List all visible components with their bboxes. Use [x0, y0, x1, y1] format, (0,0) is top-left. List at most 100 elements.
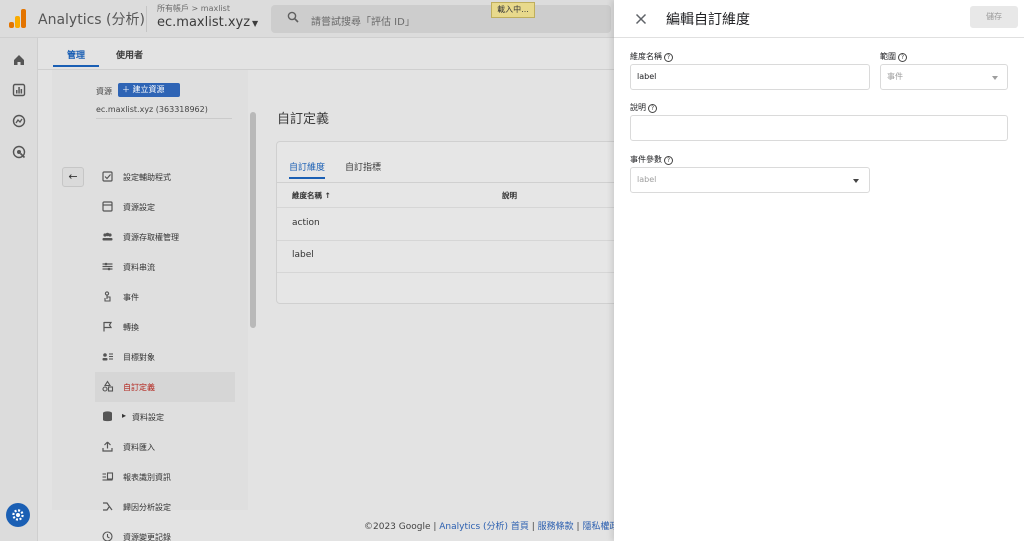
footer-terms-link[interactable]: 服務條款 [538, 522, 574, 532]
save-button[interactable]: 儲存 [970, 6, 1018, 28]
attribution-icon [103, 502, 113, 511]
sidebar-item-label: 資源存取權管理 [123, 233, 179, 242]
create-resource-label: 建立資源 [132, 85, 165, 94]
sidebar-item[interactable]: 自訂定義 [95, 372, 235, 402]
footer-home-link[interactable]: Analytics (分析) 首頁 [439, 522, 529, 532]
arrow-left-icon: ← [68, 170, 78, 183]
header-divider [146, 6, 147, 32]
footer-separator: | [528, 522, 538, 532]
create-resource-button[interactable]: ＋ 建立資源 [118, 83, 180, 97]
column-header-label: 維度名稱 [292, 191, 322, 200]
breadcrumb[interactable]: 所有帳戶 > maxlist [157, 3, 230, 14]
search-placeholder: 請嘗試搜尋「評估 ID」 [311, 17, 415, 28]
checklist-icon [102, 171, 113, 182]
help-icon[interactable]: ? [648, 104, 657, 113]
property-switcher[interactable]: ec.maxlist.xyz ▼ [157, 15, 258, 30]
dimension-name-label: 維度名稱? [630, 51, 673, 62]
event-parameter-label: 事件參數? [630, 154, 673, 165]
tab-user[interactable]: 使用者 [116, 48, 143, 61]
property-name: ec.maxlist.xyz [157, 15, 251, 30]
scope-label-text: 範圍 [880, 52, 896, 61]
edit-custom-dimension-panel: 編輯自訂維度 儲存 維度名稱? label 範圍? 事件 說明? 事件參數? l… [614, 0, 1024, 541]
sidebar-item-label: 資料匯入 [123, 443, 155, 452]
panel-title: 編輯自訂維度 [666, 12, 750, 28]
upload-icon [102, 441, 113, 452]
panel-header: 編輯自訂維度 儲存 [614, 0, 1024, 38]
divider [96, 118, 232, 119]
search-bar[interactable]: 請嘗試搜尋「評估 ID」 [271, 5, 611, 33]
scrollbar-thumb[interactable] [250, 112, 256, 328]
column-header-dimension-name[interactable]: 維度名稱 ↑ [292, 190, 331, 201]
footer-copyright: ©2023 Google | [364, 522, 440, 532]
audience-icon [102, 353, 113, 361]
sidebar-item[interactable]: 轉換 [95, 312, 235, 342]
sidebar-item-label: 轉換 [123, 323, 139, 332]
touch-icon [104, 291, 111, 302]
plus-icon: ＋ [122, 85, 133, 94]
search-icon [287, 11, 299, 23]
tab-custom-dimensions[interactable]: 自訂維度 [289, 160, 326, 179]
admin-panel: 資源 ＋ 建立資源 ec.maxlist.xyz (363318962) ← 設… [52, 70, 256, 541]
sidebar-item-label: 設定輔助程式 [123, 173, 171, 182]
sidebar-item-label: 資源變更記錄 [123, 533, 171, 541]
property-settings-icon [102, 201, 113, 212]
table-row[interactable]: action [292, 218, 320, 228]
data-stream-icon [102, 262, 113, 271]
description-label-text: 說明 [630, 103, 646, 112]
chevron-down-icon [992, 76, 998, 80]
admin-gear-button[interactable] [6, 503, 30, 527]
scope-select: 事件 [880, 64, 1008, 90]
help-icon[interactable]: ? [898, 53, 907, 62]
table-row[interactable]: label [292, 250, 314, 260]
sidebar-item[interactable]: 事件 [95, 282, 235, 312]
sidebar-item-label: 自訂定義 [123, 383, 155, 392]
sidebar-item[interactable]: ▸ 資料設定 [95, 402, 235, 432]
sidebar-item[interactable]: 設定輔助程式 [95, 162, 235, 192]
shapes-icon [102, 380, 114, 392]
home-icon[interactable] [11, 52, 27, 68]
close-icon[interactable] [633, 11, 649, 27]
sidebar-item[interactable]: 資源變更記錄 [95, 522, 235, 541]
sidebar-item[interactable]: 資料匯入 [95, 432, 235, 462]
identity-icon [102, 472, 114, 481]
sidebar-item[interactable]: 歸因分析設定 [95, 492, 235, 522]
back-arrow-button[interactable]: ← [62, 167, 84, 187]
dimension-name-label-text: 維度名稱 [630, 52, 662, 61]
database-icon [103, 411, 112, 422]
description-field[interactable] [630, 115, 1008, 141]
history-icon [102, 531, 113, 541]
tab-custom-metrics[interactable]: 自訂指標 [345, 160, 381, 173]
loading-badge: 載入中... [491, 2, 535, 18]
sidebar-item-label: 報表識別資訊 [123, 473, 171, 482]
sidebar-item[interactable]: 資源設定 [95, 192, 235, 222]
reports-icon[interactable] [11, 82, 27, 98]
help-icon[interactable]: ? [664, 53, 673, 62]
footer: ©2023 Google | Analytics (分析) 首頁 | 服務條款 … [364, 519, 627, 532]
help-icon[interactable]: ? [664, 156, 673, 165]
analytics-logo [8, 8, 28, 28]
event-parameter-value: label [637, 175, 657, 184]
dimension-name-field[interactable]: label [630, 64, 870, 90]
scope-value: 事件 [887, 72, 903, 81]
sidebar-item[interactable]: 目標對象 [95, 342, 235, 372]
event-parameter-select: label [630, 167, 870, 193]
column-header-description: 說明 [502, 191, 517, 200]
explore-icon[interactable] [11, 113, 27, 129]
sidebar-item[interactable]: 資源存取權管理 [95, 222, 235, 252]
sidebar-item-label: 歸因分析設定 [123, 503, 171, 512]
sidebar-item-label: 事件 [123, 293, 139, 302]
sidebar-item[interactable]: 報表識別資訊 [95, 462, 235, 492]
expand-arrow-icon[interactable]: ▸ [122, 411, 126, 420]
sidebar-item-label: 資料設定 [132, 413, 164, 422]
page-title: 自訂定義 [277, 112, 330, 127]
scope-label: 範圍? [880, 51, 907, 62]
arrow-up-icon: ↑ [324, 191, 331, 200]
description-label: 說明? [630, 102, 657, 113]
left-nav-rail [0, 38, 38, 541]
tab-admin[interactable]: 管理 [52, 48, 100, 67]
chevron-down-icon: ▼ [252, 19, 259, 28]
sidebar-item[interactable]: 資料串流 [95, 252, 235, 282]
chevron-down-icon [853, 179, 859, 183]
gear-icon [12, 509, 24, 521]
advertising-icon[interactable] [11, 144, 27, 160]
